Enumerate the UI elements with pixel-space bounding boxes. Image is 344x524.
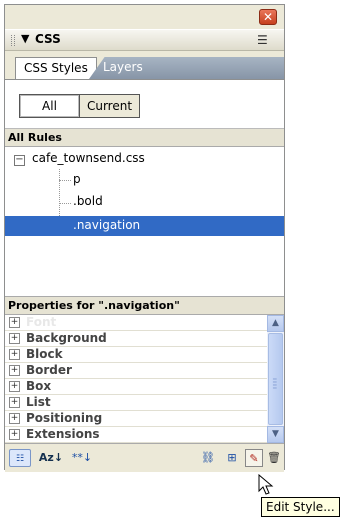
rule-item-label: .navigation [73,218,141,232]
scroll-up-button[interactable]: ▲ [267,315,284,332]
tooltip: Edit Style... [261,497,340,517]
close-icon: ✕ [262,10,274,24]
category-row[interactable]: + List [5,395,267,411]
gripper-icon[interactable] [11,35,15,46]
tab-layers[interactable]: Layers [89,57,284,79]
mouse-pointer-icon [258,474,274,495]
category-label: Background [26,331,107,345]
category-row[interactable]: + Box [5,379,267,395]
scroll-down-button[interactable]: ▼ [267,426,284,443]
properties-header: Properties for ".navigation" [5,296,284,315]
rule-item[interactable]: .bold [73,194,103,208]
property-categories: + Font + Background + Block + Border + B… [5,315,267,443]
panel-title: CSS [35,32,61,46]
tree-line [59,180,71,181]
set-properties-button[interactable]: **↓ [69,449,95,467]
category-label: Block [26,347,63,361]
attach-style-sheet-icon[interactable]: ⛓ [199,449,217,467]
current-button[interactable]: Current [80,94,140,118]
panel-title-bar[interactable]: ▼ CSS ☰ [5,29,284,51]
rule-item[interactable]: p [73,172,81,186]
category-label: Font [26,315,57,329]
tab-css-styles[interactable]: CSS Styles [15,57,97,79]
expand-icon[interactable]: + [9,429,20,440]
options-menu-icon[interactable]: ☰ [257,33,268,47]
tree-line [59,203,71,204]
rule-item-selected[interactable]: .navigation [5,216,284,236]
edit-style-icon[interactable]: ✎ [245,449,263,467]
category-label: Box [26,379,52,393]
category-row[interactable]: + Border [5,363,267,379]
expand-icon[interactable]: + [9,413,20,424]
category-row[interactable]: + Positioning [5,411,267,427]
close-button[interactable]: ✕ [259,9,277,25]
category-label: Positioning [26,411,103,425]
view-toggle: All Current [19,94,140,118]
scroll-grip-icon: ━ ━ ━ ━ [273,376,277,392]
rules-tree: − cafe_townsend.css p .bold .navigation [5,147,284,292]
new-css-rule-icon[interactable]: ⊞ [223,449,241,467]
all-button[interactable]: All [19,94,80,118]
properties-scrollbar[interactable]: ▲ ━ ━ ━ ━ ▼ [267,315,284,443]
tab-bar: CSS Styles Layers [5,52,284,79]
expand-arrow-icon[interactable]: ▼ [21,32,29,45]
expand-icon[interactable]: + [9,397,20,408]
category-row[interactable]: + Font [5,315,267,331]
panel-top-strip: ✕ [5,5,284,27]
css-panel: ✕ ▼ CSS ☰ CSS Styles Layers All Current … [4,4,285,472]
alphabetical-view-button[interactable]: Az↓ [38,449,64,467]
category-label: Extensions [26,427,100,441]
stylesheet-file[interactable]: cafe_townsend.css [32,151,145,165]
expand-icon[interactable]: + [9,333,20,344]
category-row[interactable]: + Extensions [5,427,267,443]
expand-icon[interactable]: + [9,365,20,376]
all-rules-header: All Rules [5,128,284,147]
category-label: Border [26,363,72,377]
expand-icon[interactable]: + [9,349,20,360]
category-label: List [26,395,51,409]
collapse-icon[interactable]: − [14,155,25,166]
trash-icon[interactable]: 🗑 [265,449,283,467]
expand-icon[interactable]: + [9,317,20,328]
category-view-icon[interactable]: ☷ [9,449,31,467]
category-row[interactable]: + Background [5,331,267,347]
category-row[interactable]: + Block [5,347,267,363]
css-styles-content: All Current All Rules − cafe_townsend.cs… [5,79,284,472]
expand-icon[interactable]: + [9,381,20,392]
scroll-thumb[interactable]: ━ ━ ━ ━ [268,333,283,425]
panel-toolbar: ☷ Az↓ **↓ ⛓ ⊞ ✎ 🗑 [5,443,284,472]
